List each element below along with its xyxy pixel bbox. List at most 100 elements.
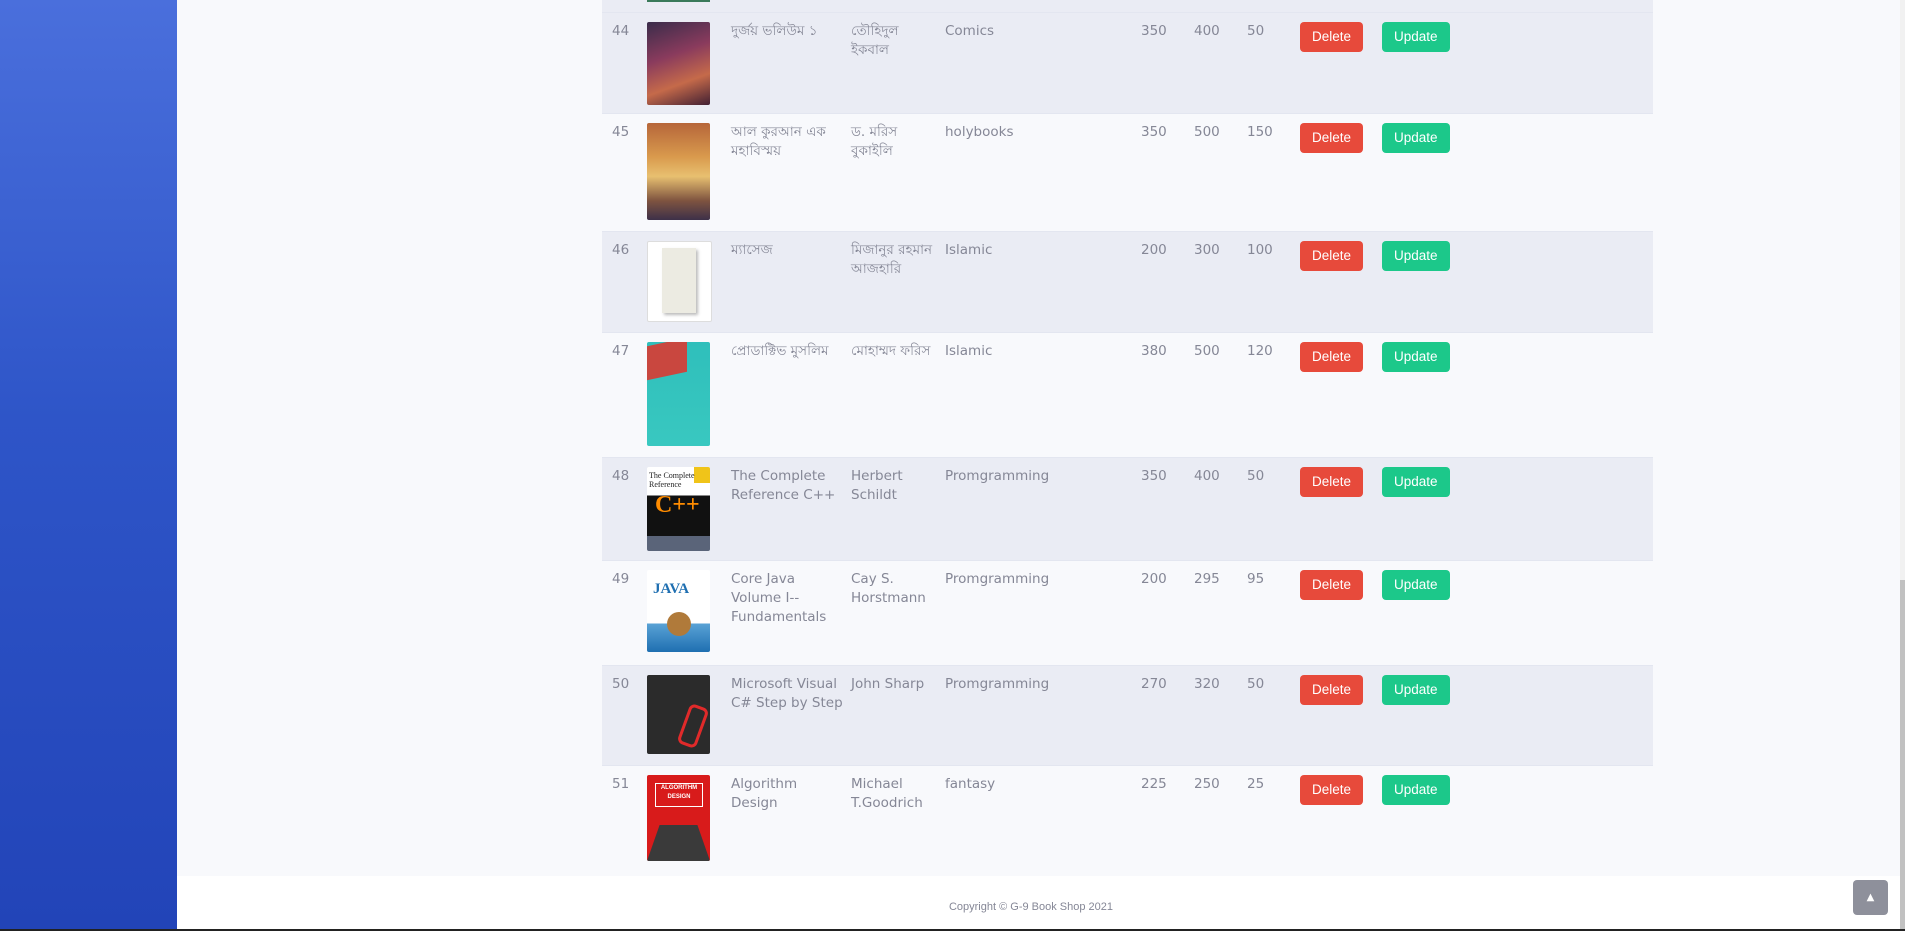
book-price: 320 xyxy=(1194,676,1220,692)
book-stock: 50 xyxy=(1247,676,1265,692)
main-content: 44 দুর্জয় ভলিউম ১ তৌহিদুল ইকবাল Comics … xyxy=(177,0,1905,931)
table-row: 44 দুর্জয় ভলিউম ১ তৌহিদুল ইকবাল Comics … xyxy=(602,12,1653,113)
book-name: Core Java Volume I--Fundamentals xyxy=(731,571,827,625)
book-cover-cell: JAVA xyxy=(647,561,731,652)
scrollbar[interactable] xyxy=(1900,0,1905,931)
book-stock: 120 xyxy=(1247,343,1273,359)
book-cover-image: ALGORITHM DESIGN xyxy=(647,775,710,861)
book-name: Microsoft Visual C# Step by Step xyxy=(731,676,843,711)
book-price: 400 xyxy=(1194,23,1220,39)
cover-graphic xyxy=(676,702,710,750)
book-cover-image xyxy=(647,675,710,754)
book-category: Comics xyxy=(945,23,995,39)
cover-graphic xyxy=(647,825,710,861)
book-cover-image: The Complete Reference C++ xyxy=(647,467,710,551)
books-table: 44 দুর্জয় ভলিউম ১ তৌহিদুল ইকবাল Comics … xyxy=(602,0,1653,884)
book-cover-cell xyxy=(647,666,731,754)
book-graphic xyxy=(662,248,696,313)
book-category: holybooks xyxy=(945,124,1014,140)
delete-button[interactable]: Delete xyxy=(1300,467,1364,497)
book-cost: 200 xyxy=(1141,242,1167,258)
book-stock: 95 xyxy=(1247,571,1265,587)
book-cover-image xyxy=(647,123,710,220)
row-actions: Delete Update xyxy=(1300,333,1450,372)
table-row: 47 প্রোডাক্টিভ মুসলিম মোহাম্মদ ফরিস Isla… xyxy=(602,332,1653,457)
book-price: 400 xyxy=(1194,468,1220,484)
book-stock: 150 xyxy=(1247,124,1273,140)
sidebar xyxy=(0,0,177,931)
copyright-text: Copyright © G-9 Book Shop 2021 xyxy=(948,901,1114,913)
book-author: Michael T.Goodrich xyxy=(851,776,923,811)
book-id: 48 xyxy=(612,468,630,484)
book-price: 250 xyxy=(1194,776,1220,792)
delete-button[interactable]: Delete xyxy=(1300,570,1364,600)
cover-text: C++ xyxy=(655,492,700,518)
book-cover-cell: ALGORITHM DESIGN xyxy=(647,766,731,861)
book-cost: 350 xyxy=(1141,468,1167,484)
book-cover-cell xyxy=(647,232,731,322)
chevron-up-icon: ▲ xyxy=(1866,892,1875,903)
book-cost: 350 xyxy=(1141,124,1167,140)
book-id: 45 xyxy=(612,124,630,140)
book-category: fantasy xyxy=(945,776,996,792)
book-author: মোহাম্মদ ফরিস xyxy=(851,343,931,359)
update-button[interactable]: Update xyxy=(1382,22,1450,52)
book-name: প্রোডাক্টিভ মুসলিম xyxy=(731,343,829,359)
book-price: 300 xyxy=(1194,242,1220,258)
update-button[interactable]: Update xyxy=(1382,342,1450,372)
table-row: 49 JAVA Core Java Volume I--Fundamentals… xyxy=(602,560,1653,665)
scrollbar-thumb[interactable] xyxy=(1900,580,1905,931)
book-cover-image: JAVA xyxy=(647,570,710,652)
book-stock: 50 xyxy=(1247,23,1265,39)
book-cover-cell xyxy=(647,333,731,446)
row-actions: Delete Update xyxy=(1300,13,1450,52)
book-category: Promgramming xyxy=(945,676,1050,692)
book-price: 500 xyxy=(1194,343,1220,359)
book-cover-cell: The Complete Reference C++ xyxy=(647,458,731,551)
row-actions: Delete Update xyxy=(1300,561,1450,600)
book-name: Algorithm Design xyxy=(731,776,798,811)
book-cost: 225 xyxy=(1141,776,1167,792)
delete-button[interactable]: Delete xyxy=(1300,241,1364,271)
delete-button[interactable]: Delete xyxy=(1300,123,1364,153)
delete-button[interactable]: Delete xyxy=(1300,775,1364,805)
book-cover-image xyxy=(647,342,710,446)
delete-button[interactable]: Delete xyxy=(1300,22,1364,52)
delete-button[interactable]: Delete xyxy=(1300,342,1364,372)
book-stock: 100 xyxy=(1247,242,1273,258)
scroll-to-top-button[interactable]: ▲ xyxy=(1853,880,1888,915)
delete-button[interactable]: Delete xyxy=(1300,675,1364,705)
table-row: 46 ম্যাসেজ মিজানুর রহমান আজহারি Islamic … xyxy=(602,231,1653,332)
table-row: 45 আল কুরআন এক মহাবিস্ময় ড. মরিস বুকাইল… xyxy=(602,113,1653,231)
book-cost: 270 xyxy=(1141,676,1167,692)
book-category: Promgramming xyxy=(945,468,1050,484)
book-category: Islamic xyxy=(945,242,993,258)
book-cover-cell xyxy=(647,13,731,105)
cover-graphic xyxy=(647,342,687,381)
row-actions: Delete Update xyxy=(1300,766,1450,805)
book-id: 46 xyxy=(612,242,630,258)
book-author: John Sharp xyxy=(851,676,925,692)
update-button[interactable]: Update xyxy=(1382,675,1450,705)
cover-text: The Complete Reference xyxy=(649,471,695,489)
cover-graphic xyxy=(667,612,691,636)
book-cover-cell xyxy=(647,114,731,220)
book-cover-image xyxy=(647,241,712,322)
book-name: আল কুরআন এক মহাবিস্ময় xyxy=(731,124,826,159)
cover-text: JAVA xyxy=(653,581,690,597)
book-author: ড. মরিস বুকাইলি xyxy=(851,124,898,159)
book-cost: 380 xyxy=(1141,343,1167,359)
book-id: 49 xyxy=(612,571,630,587)
update-button[interactable]: Update xyxy=(1382,570,1450,600)
update-button[interactable]: Update xyxy=(1382,467,1450,497)
book-id: 50 xyxy=(612,676,630,692)
book-stock: 25 xyxy=(1247,776,1265,792)
update-button[interactable]: Update xyxy=(1382,123,1450,153)
update-button[interactable]: Update xyxy=(1382,241,1450,271)
table-row: 50 Microsoft Visual C# Step by Step John… xyxy=(602,665,1653,765)
update-button[interactable]: Update xyxy=(1382,775,1450,805)
book-name: দুর্জয় ভলিউম ১ xyxy=(731,23,818,39)
table-row: 48 The Complete Reference C++ The Complet… xyxy=(602,457,1653,560)
book-id: 44 xyxy=(612,23,630,39)
cover-peek xyxy=(647,0,710,2)
